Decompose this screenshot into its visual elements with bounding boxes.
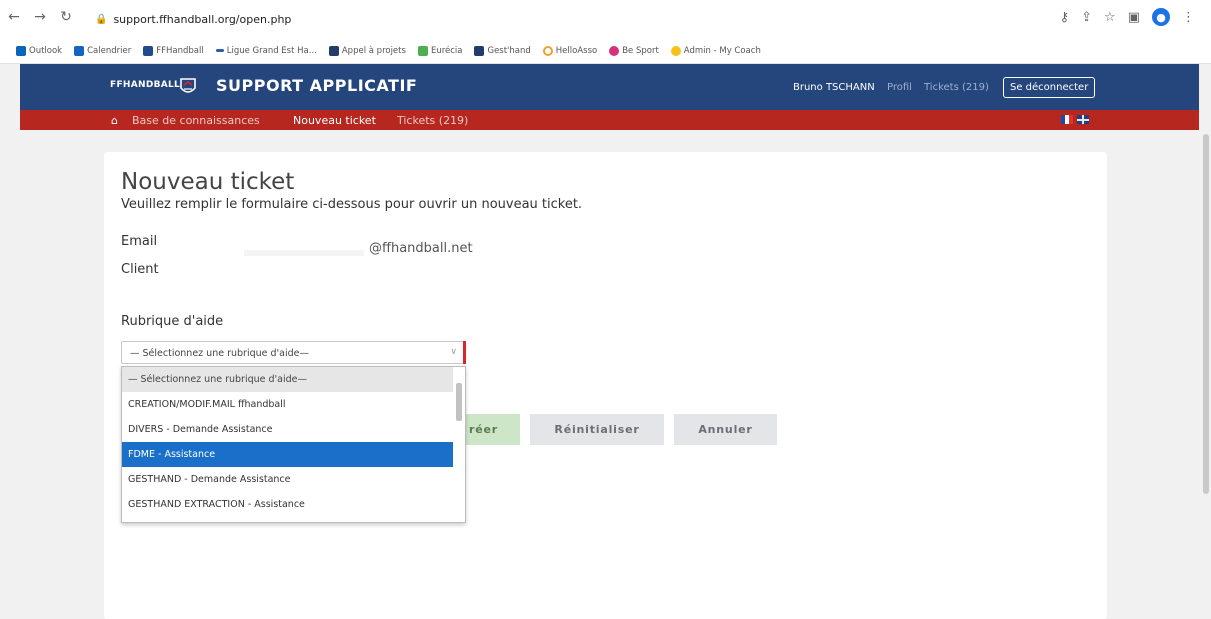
- language-switcher: [1061, 115, 1089, 124]
- address-bar[interactable]: 🔒 support.ffhandball.org/open.php: [95, 10, 291, 28]
- chevron-down-icon: ∨: [450, 347, 457, 357]
- bookmark-label: Appel à projets: [341, 45, 406, 56]
- back-icon[interactable]: ←: [6, 9, 22, 25]
- email-label: Email: [121, 234, 158, 249]
- sub-navigation: ⌂ Base de connaissances Nouveau ticket T…: [20, 110, 1199, 130]
- sidepanel-icon[interactable]: ▣: [1128, 10, 1140, 25]
- key-icon[interactable]: ⚷: [1060, 10, 1070, 25]
- home-icon[interactable]: ⌂: [111, 114, 118, 127]
- bookmark-label: Outlook: [29, 45, 63, 56]
- page-subtitle: Veuillez remplir le formulaire ci-dessou…: [121, 197, 583, 212]
- profile-link[interactable]: Profil: [887, 82, 912, 93]
- client-label: Client: [121, 262, 159, 277]
- browser-toolbar: ← → ↻ 🔒 support.ffhandball.org/open.php …: [0, 0, 1211, 38]
- ffhandball-logo-icon: [180, 78, 196, 93]
- nav-knowledge-base[interactable]: Base de connaissances: [132, 114, 260, 127]
- bookmark-item[interactable]: Appel à projets: [328, 45, 406, 56]
- bookmark-item[interactable]: Ligue Grand Est Ha...: [215, 45, 317, 56]
- bookmark-label: FFHandball: [156, 45, 204, 56]
- bookmark-item[interactable]: Gest'hand: [474, 45, 531, 56]
- user-name: Bruno TSCHANN: [793, 82, 875, 93]
- dropdown-option[interactable]: DIVERS - Demande Assistance: [122, 417, 454, 442]
- profile-icon[interactable]: ●: [1152, 8, 1170, 26]
- page-scrollbar[interactable]: [1201, 64, 1211, 619]
- bookmark-item[interactable]: Calendrier: [74, 45, 132, 56]
- email-redaction: [244, 250, 364, 256]
- bookmark-item[interactable]: Eurécia: [417, 45, 463, 56]
- french-flag-icon[interactable]: [1061, 115, 1073, 124]
- bookmark-label: Admin - My Coach: [683, 45, 761, 56]
- bookmark-item[interactable]: Be Sport: [609, 45, 659, 56]
- dropdown-option[interactable]: — Sélectionnez une rubrique d'aide—: [122, 367, 454, 392]
- help-topic-select[interactable]: — Sélectionnez une rubrique d'aide— ∨: [121, 341, 466, 364]
- bookmarks-bar: Outlook Calendrier FFHandball Ligue Gran…: [0, 38, 1211, 64]
- tickets-link[interactable]: Tickets (219): [924, 82, 989, 93]
- share-icon[interactable]: ⇪: [1081, 10, 1092, 25]
- ffhandball-logo[interactable]: FFHANDBALL: [110, 80, 180, 90]
- dropdown-scroll-thumb[interactable]: [456, 383, 462, 421]
- dropdown-scrollbar[interactable]: [453, 367, 465, 522]
- dropdown-option-highlighted[interactable]: FDME - Assistance: [122, 442, 454, 467]
- dropdown-option[interactable]: GESTHAND - Demande Assistance: [122, 467, 454, 492]
- bookmark-label: Calendrier: [87, 45, 132, 56]
- reload-icon[interactable]: ↻: [58, 9, 74, 25]
- required-indicator: [463, 341, 466, 364]
- logout-button[interactable]: Se déconnecter: [1003, 77, 1096, 98]
- bookmark-label: Eurécia: [430, 45, 463, 56]
- browser-actions: ⚷ ⇪ ☆ ▣ ● ⋮: [1060, 8, 1195, 26]
- reset-button[interactable]: Réinitialiser: [530, 414, 664, 445]
- url-text: support.ffhandball.org/open.php: [113, 12, 292, 26]
- lock-icon: 🔒: [95, 13, 108, 25]
- site-title[interactable]: SUPPORT APPLICATIF: [216, 76, 417, 95]
- uk-flag-icon[interactable]: [1077, 115, 1089, 124]
- cancel-button[interactable]: Annuler: [674, 414, 777, 445]
- bookmark-item[interactable]: Admin - My Coach: [670, 45, 761, 56]
- bookmark-label: HelloAsso: [555, 45, 598, 56]
- menu-icon[interactable]: ⋮: [1182, 10, 1195, 25]
- star-icon[interactable]: ☆: [1104, 10, 1116, 25]
- bookmark-label: Ligue Grand Est Ha...: [226, 45, 317, 56]
- page-title: Nouveau ticket: [121, 169, 295, 195]
- bookmark-label: Gest'hand: [487, 45, 531, 56]
- nav-tickets[interactable]: Tickets (219): [397, 114, 468, 127]
- bookmark-item[interactable]: FFHandball: [143, 45, 204, 56]
- email-value: @ffhandball.net: [369, 241, 473, 256]
- dropdown-option[interactable]: GESTHAND EXTRACTION - Assistance: [122, 492, 454, 517]
- dropdown-option[interactable]: CREATION/MODIF.MAIL ffhandball: [122, 392, 454, 417]
- bookmark-item[interactable]: HelloAsso: [542, 45, 598, 56]
- forward-icon[interactable]: →: [32, 9, 48, 25]
- page-scroll-thumb[interactable]: [1203, 134, 1209, 494]
- help-topic-label: Rubrique d'aide: [121, 314, 224, 329]
- help-topic-dropdown: — Sélectionnez une rubrique d'aide— CREA…: [121, 366, 466, 523]
- nav-new-ticket[interactable]: Nouveau ticket: [293, 114, 376, 127]
- bookmark-item[interactable]: Outlook: [16, 45, 63, 56]
- site-header: FFHANDBALL SUPPORT APPLICATIF Bruno TSCH…: [20, 64, 1199, 110]
- bookmark-label: Be Sport: [622, 45, 659, 56]
- select-current-value: — Sélectionnez une rubrique d'aide—: [130, 348, 309, 359]
